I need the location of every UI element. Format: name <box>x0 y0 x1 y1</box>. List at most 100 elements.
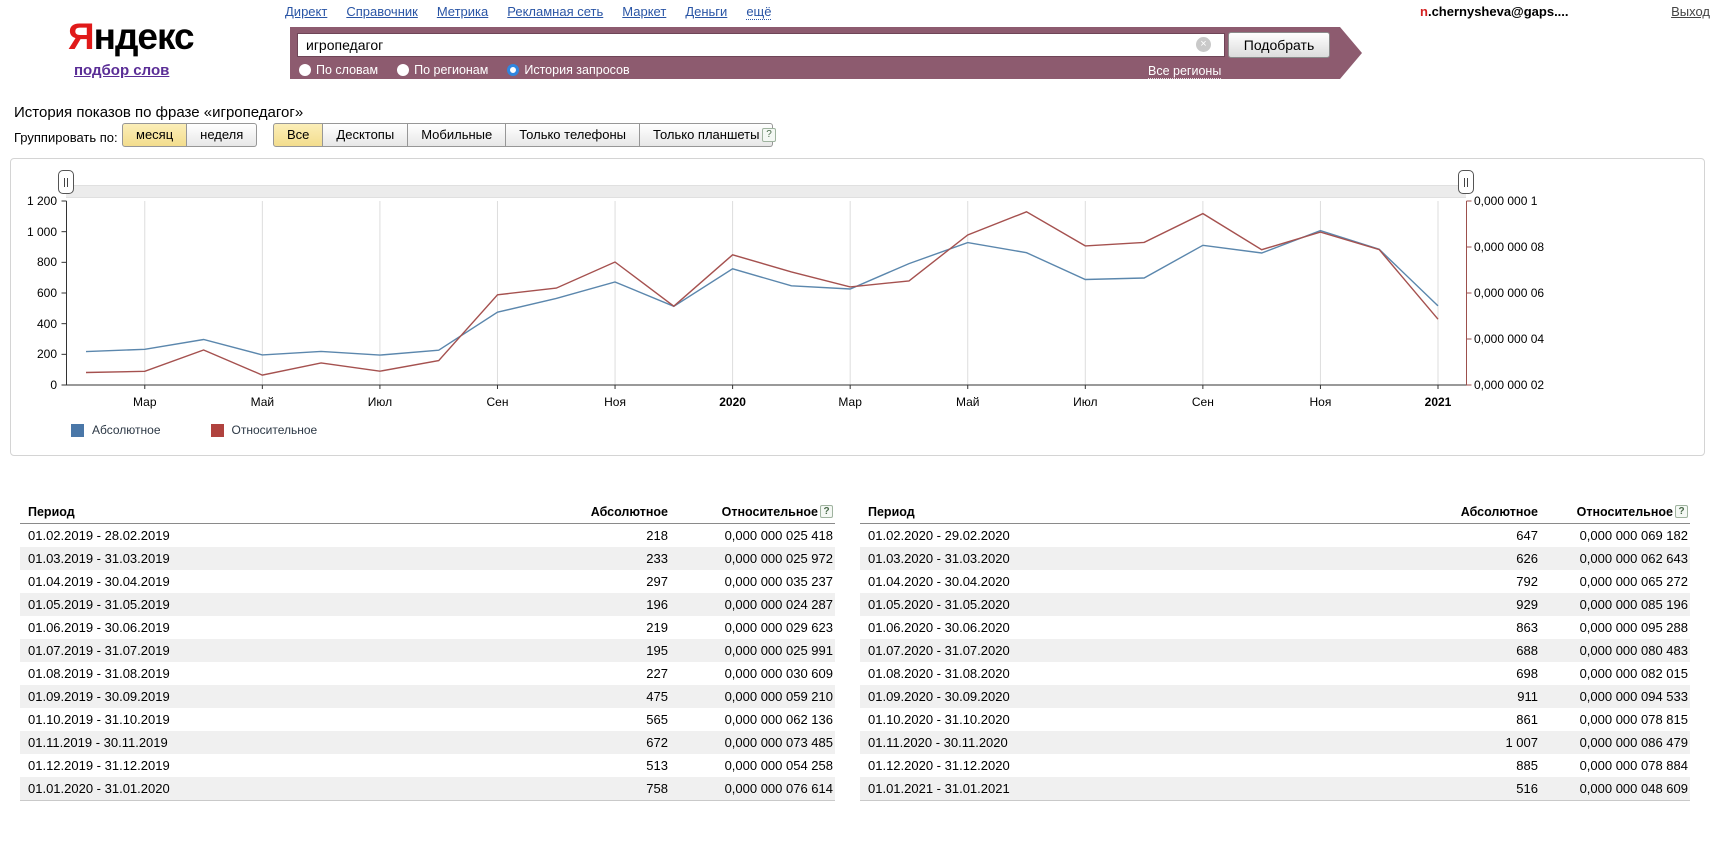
cell-relative: 0,000 000 025 991 <box>668 643 835 658</box>
group-by-week[interactable]: неделя <box>187 123 257 147</box>
search-mode-by-regions[interactable]: По регионам <box>397 63 488 77</box>
x-axis-label: Май <box>933 395 1003 409</box>
y-axis-right-label: 0,000 000 02 <box>1474 378 1604 392</box>
cell-absolute: 475 <box>538 689 668 704</box>
device-filter-desktop[interactable]: Десктопы <box>323 123 408 147</box>
history-table-2019: ПериодАбсолютноеОтносительное? 01.02.2019… <box>20 500 835 801</box>
radio-icon[interactable] <box>299 64 311 76</box>
device-filter-help-icon[interactable]: ? <box>762 128 776 142</box>
cell-period: 01.10.2019 - 31.10.2019 <box>20 712 538 727</box>
cell-period: 01.09.2019 - 30.09.2019 <box>20 689 538 704</box>
cell-relative-value: 0,000 000 025 972 <box>725 551 833 566</box>
table-row: 01.05.2020 - 31.05.20209290,000 000 085 … <box>860 593 1690 616</box>
cell-relative: 0,000 000 069 182 <box>1538 528 1690 543</box>
cell-relative-value: 0,000 000 080 483 <box>1580 643 1688 658</box>
cell-relative: 0,000 000 078 884 <box>1538 758 1690 773</box>
page-title: История показов по фразе «игропедагог» <box>14 104 303 121</box>
cell-relative: 0,000 000 078 815 <box>1538 712 1690 727</box>
legend-label: Абсолютное <box>92 423 161 437</box>
y-axis-right-label: 0,000 000 1 <box>1474 194 1604 208</box>
cell-period: 01.08.2020 - 31.08.2020 <box>860 666 1408 681</box>
cell-period: 01.12.2019 - 31.12.2019 <box>20 758 538 773</box>
x-axis-label: 2021 <box>1403 395 1473 409</box>
table-row: 01.01.2020 - 31.01.20207580,000 000 076 … <box>20 777 835 800</box>
table-header-row: ПериодАбсолютноеОтносительное? <box>20 500 835 524</box>
range-slider-right-handle-icon[interactable] <box>1458 170 1474 194</box>
cell-period: 01.05.2019 - 31.05.2019 <box>20 597 538 612</box>
table-row: 01.03.2019 - 31.03.20192330,000 000 025 … <box>20 547 835 570</box>
device-filter-all[interactable]: Все <box>273 123 323 147</box>
nav-link-ad-network[interactable]: Рекламная сеть <box>507 4 603 19</box>
wordstat-home-link[interactable]: подбор слов <box>74 62 169 79</box>
cell-period: 01.11.2019 - 30.11.2019 <box>20 735 538 750</box>
search-input[interactable] <box>297 33 1225 57</box>
cell-period: 01.08.2019 - 31.08.2019 <box>20 666 538 681</box>
nav-link-direct[interactable]: Директ <box>285 4 327 19</box>
account-email[interactable]: n.chernysheva@gaps.... <box>1420 4 1569 19</box>
device-filter-mobile[interactable]: Мобильные <box>408 123 506 147</box>
group-by-switcher: месяцнеделя <box>122 123 257 147</box>
y-axis-left-label: 0 <box>11 378 57 392</box>
radio-checked-icon[interactable] <box>507 64 519 76</box>
device-filter-phones-only[interactable]: Только телефоны <box>506 123 640 147</box>
x-axis-label: Май <box>227 395 297 409</box>
logout-link[interactable]: Выход <box>1671 4 1710 19</box>
cell-absolute: 516 <box>1408 781 1538 796</box>
cell-relative-value: 0,000 000 078 815 <box>1580 712 1688 727</box>
cell-relative-value: 0,000 000 025 991 <box>725 643 833 658</box>
cell-relative-value: 0,000 000 076 614 <box>725 781 833 796</box>
cell-absolute: 1 007 <box>1408 735 1538 750</box>
col-relative-header-label: Относительное <box>1577 505 1673 519</box>
table-row: 01.08.2019 - 31.08.20192270,000 000 030 … <box>20 662 835 685</box>
col-relative-header: Относительное? <box>668 505 835 519</box>
nav-link-money[interactable]: Деньги <box>685 4 727 19</box>
table-header-row: ПериодАбсолютноеОтносительное? <box>860 500 1690 524</box>
cell-relative-value: 0,000 000 024 287 <box>725 597 833 612</box>
cell-absolute: 911 <box>1408 689 1538 704</box>
submit-button[interactable]: Подобрать <box>1228 32 1330 58</box>
cell-relative-value: 0,000 000 085 196 <box>1580 597 1688 612</box>
search-mode-by-words[interactable]: По словам <box>299 63 378 77</box>
nav-link-directory[interactable]: Справочник <box>346 4 418 19</box>
cell-relative-value: 0,000 000 062 643 <box>1580 551 1688 566</box>
radio-icon[interactable] <box>397 64 409 76</box>
account-email-rest: .chernysheva@gaps.... <box>1428 4 1569 19</box>
yandex-logo[interactable]: Яндекс <box>68 16 194 58</box>
table-row: 01.05.2019 - 31.05.20191960,000 000 024 … <box>20 593 835 616</box>
table-row: 01.09.2020 - 30.09.20209110,000 000 094 … <box>860 685 1690 708</box>
nav-link-more[interactable]: ещё <box>746 4 771 20</box>
clear-input-icon[interactable]: × <box>1196 37 1211 52</box>
search-mode-query-history[interactable]: История запросов <box>507 63 629 77</box>
relative-help-icon[interactable]: ? <box>1675 505 1688 518</box>
history-chart <box>11 159 1704 455</box>
cell-relative-value: 0,000 000 095 288 <box>1580 620 1688 635</box>
x-axis-label: Мар <box>110 395 180 409</box>
cell-relative: 0,000 000 076 614 <box>668 781 835 796</box>
x-axis-label: Ноя <box>580 395 650 409</box>
legend-swatch-icon <box>211 424 224 437</box>
device-filter-tablets-only[interactable]: Только планшеты <box>640 123 773 147</box>
table-row: 01.11.2019 - 30.11.20196720,000 000 073 … <box>20 731 835 754</box>
cell-relative: 0,000 000 062 136 <box>668 712 835 727</box>
cell-absolute: 758 <box>538 781 668 796</box>
table-row: 01.09.2019 - 30.09.20194750,000 000 059 … <box>20 685 835 708</box>
chart-legend: АбсолютноеОтносительное <box>71 423 317 437</box>
cell-relative: 0,000 000 073 485 <box>668 735 835 750</box>
range-slider-left-handle-icon[interactable] <box>58 170 74 194</box>
legend-swatch-icon <box>71 424 84 437</box>
relative-help-icon[interactable]: ? <box>820 505 833 518</box>
y-axis-left-label: 200 <box>11 347 57 361</box>
x-axis-label: Сен <box>462 395 532 409</box>
y-axis-right-label: 0,000 000 04 <box>1474 332 1604 346</box>
wordstat-page: Директ Справочник Метрика Рекламная сеть Мар… <box>0 0 1715 851</box>
cell-absolute: 792 <box>1408 574 1538 589</box>
nav-link-metrica[interactable]: Метрика <box>437 4 488 19</box>
cell-relative-value: 0,000 000 082 015 <box>1580 666 1688 681</box>
group-by-month[interactable]: месяц <box>122 123 187 147</box>
cell-relative-value: 0,000 000 030 609 <box>725 666 833 681</box>
nav-link-market[interactable]: Маркет <box>622 4 666 19</box>
all-regions-link[interactable]: Все регионы <box>1148 64 1221 79</box>
device-filter-switcher: ВсеДесктопыМобильныеТолько телефоныТольк… <box>273 123 773 147</box>
table-row: 01.04.2019 - 30.04.20192970,000 000 035 … <box>20 570 835 593</box>
cell-period: 01.02.2019 - 28.02.2019 <box>20 528 538 543</box>
